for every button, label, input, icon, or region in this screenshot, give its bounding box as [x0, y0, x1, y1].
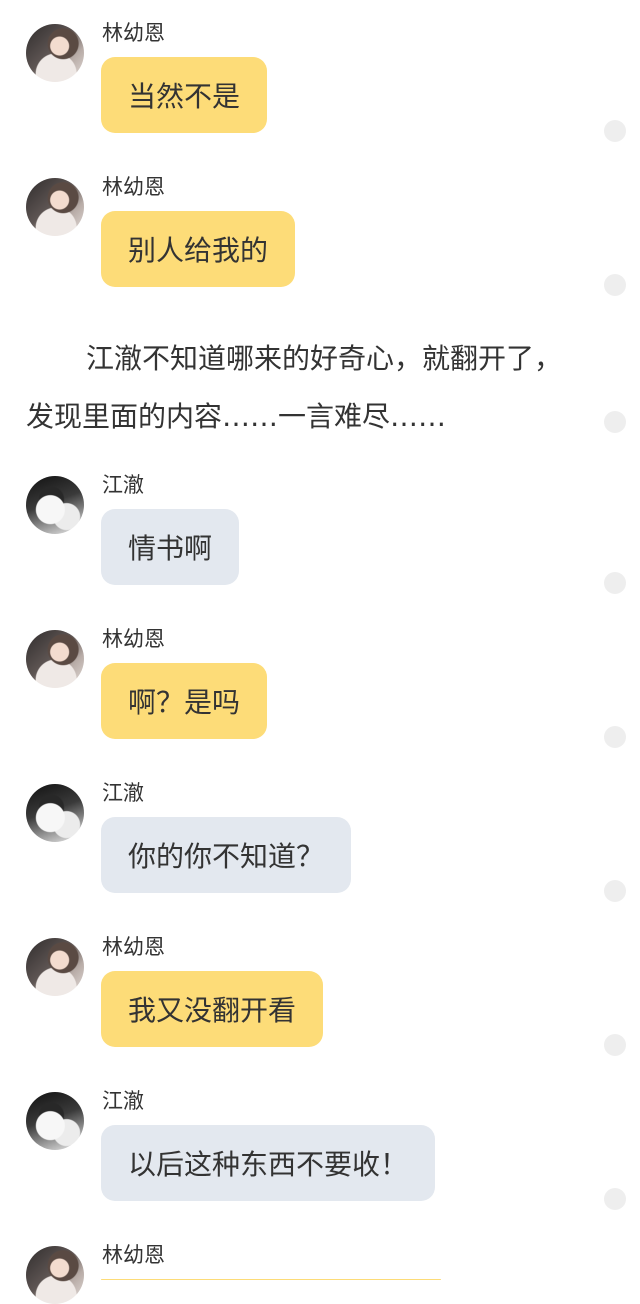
speaker-name: 江澈	[102, 473, 144, 497]
speaker-name: 江澈	[102, 781, 144, 805]
avatar[interactable]	[26, 784, 84, 842]
speaker-name: 江澈	[102, 1089, 144, 1113]
message-bubble[interactable]: 别人给我的	[101, 211, 296, 287]
avatar[interactable]	[26, 630, 84, 688]
status-dot-icon	[604, 572, 626, 594]
speaker-name: 林幼恩	[102, 21, 165, 45]
avatar[interactable]	[26, 938, 84, 996]
avatar[interactable]	[26, 24, 84, 82]
status-dot-icon	[604, 1188, 626, 1210]
status-dot-icon	[604, 880, 626, 902]
avatar[interactable]	[26, 1246, 84, 1304]
status-dot-icon	[604, 274, 626, 296]
speaker-name: 林幼恩	[102, 1243, 165, 1267]
message-bubble[interactable]: 我又没翻开看	[101, 971, 324, 1047]
narration-paragraph: 江澈不知道哪来的好奇心，就翻开了，发现里面的内容……一言难尽……	[26, 342, 563, 433]
status-dot-icon	[604, 411, 626, 433]
status-dot-icon	[604, 120, 626, 142]
speaker-name: 林幼恩	[102, 175, 165, 199]
status-dot-icon	[604, 726, 626, 748]
message-bubble[interactable]: 当然不是	[101, 57, 268, 133]
message-bubble[interactable]: 啊？是吗	[101, 663, 268, 739]
message-bubble[interactable]: 以后这种东西不要收！	[101, 1125, 436, 1201]
message-bubble[interactable]: 你的你不知道？	[101, 817, 352, 893]
chat-feed: 林幼恩 当然不是 林幼恩 别人给我的 江澈不知道哪来的好奇心，就翻开了，发现里面…	[0, 0, 640, 1304]
avatar[interactable]	[26, 476, 84, 534]
speaker-name: 林幼恩	[102, 935, 165, 959]
status-dot-icon	[604, 1034, 626, 1056]
avatar[interactable]	[26, 178, 84, 236]
avatar[interactable]	[26, 1092, 84, 1150]
speaker-name: 林幼恩	[102, 627, 165, 651]
message-bubble[interactable]: 情书啊	[101, 509, 240, 585]
